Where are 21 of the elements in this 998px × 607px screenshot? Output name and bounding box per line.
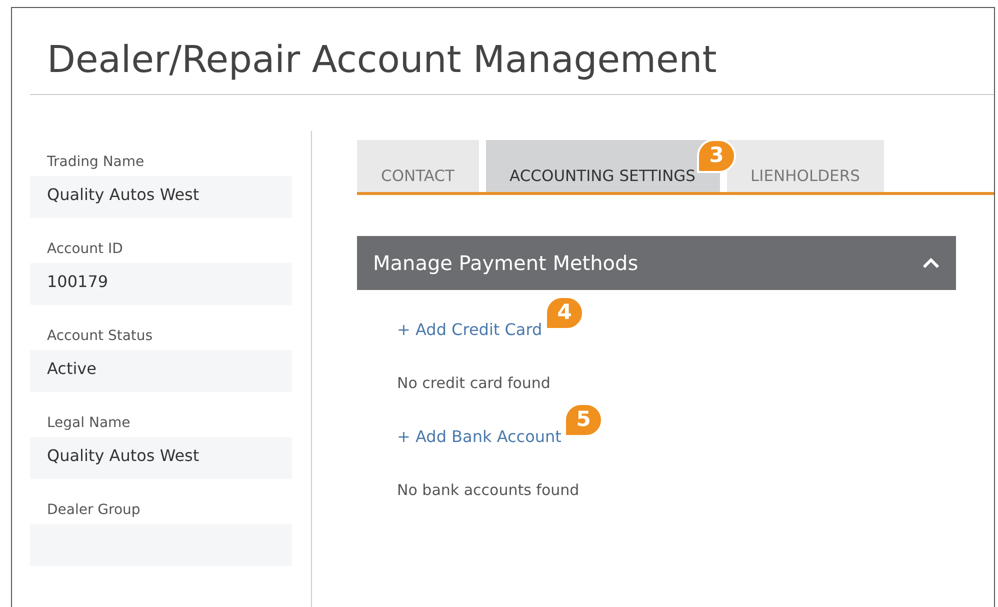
add-link[interactable]: + Add Bank Account: [397, 424, 562, 448]
panel-title: Manage Payment Methods: [373, 250, 638, 277]
chevron-up-icon[interactable]: [922, 257, 940, 269]
empty-message: No credit card found: [397, 373, 552, 394]
callout-badge: 5: [564, 403, 603, 437]
empty-message: No bank accounts found: [397, 480, 580, 500]
field-label: Legal Name: [46, 414, 132, 433]
callout-badge: 4: [545, 296, 584, 330]
tab[interactable]: LIENHOLDERS: [726, 140, 884, 192]
field-label: Account ID: [46, 240, 124, 259]
panel-header[interactable]: Manage Payment Methods: [357, 236, 956, 290]
field-label: Account Status: [46, 327, 154, 346]
tab[interactable]: CONTACT: [357, 140, 479, 192]
field-label: Trading Name: [46, 153, 146, 172]
field-value: Quality Autos West: [30, 176, 292, 218]
field-value: Quality Autos West: [30, 437, 292, 479]
field-label: Dealer Group: [46, 501, 142, 520]
field-value: 100179: [30, 263, 292, 305]
field-value: Active: [30, 350, 292, 392]
page-title: Dealer/Repair Account Management: [47, 37, 718, 83]
add-link[interactable]: + Add Credit Card: [397, 318, 542, 342]
